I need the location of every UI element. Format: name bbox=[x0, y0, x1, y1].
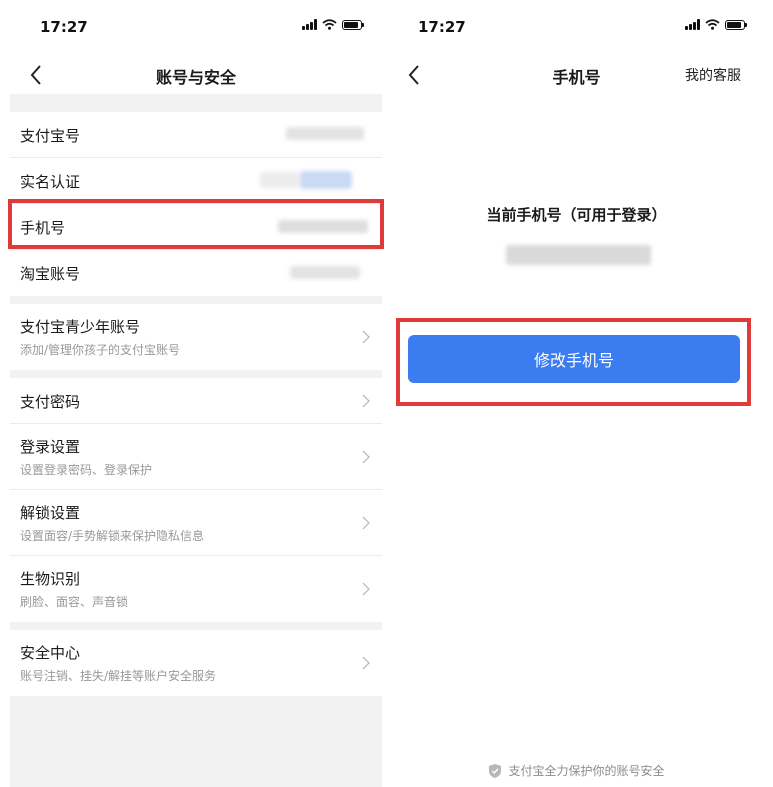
section-gap bbox=[10, 94, 382, 112]
row-label: 生物识别 bbox=[20, 570, 81, 588]
row-alipay-id[interactable]: 支付宝号 bbox=[10, 112, 382, 158]
footer-text: 支付宝全力保护你的账号安全 bbox=[508, 764, 665, 778]
row-label: 安全中心 bbox=[20, 644, 81, 662]
status-bar: 17:27 bbox=[388, 0, 765, 58]
chevron-right-icon bbox=[362, 450, 370, 463]
status-time: 17:27 bbox=[40, 18, 88, 36]
current-phone-label: 当前手机号（可用于登录） bbox=[486, 206, 667, 224]
status-time: 17:27 bbox=[418, 18, 466, 36]
chevron-right-icon bbox=[362, 394, 370, 407]
status-bar: 17:27 bbox=[10, 0, 382, 58]
row-subtitle: 添加/管理你孩子的支付宝账号 bbox=[20, 343, 181, 357]
page-title: 账号与安全 bbox=[155, 68, 236, 87]
status-icons bbox=[685, 19, 747, 30]
row-subtitle: 账号注销、挂失/解挂等账户安全服务 bbox=[20, 669, 217, 683]
masked-value bbox=[290, 266, 360, 279]
row-login-settings[interactable]: 登录设置 设置登录密码、登录保护 bbox=[10, 424, 382, 490]
row-real-name[interactable]: 实名认证 bbox=[10, 158, 382, 204]
section-gap bbox=[10, 622, 382, 630]
chevron-right-icon bbox=[362, 516, 370, 529]
security-footer: 支付宝全力保护你的账号安全 bbox=[388, 762, 765, 779]
section-gap bbox=[10, 296, 382, 304]
masked-phone-number bbox=[506, 245, 651, 265]
row-subtitle: 设置面容/手势解锁来保护隐私信息 bbox=[20, 529, 205, 543]
row-label: 登录设置 bbox=[20, 438, 81, 456]
wifi-icon bbox=[705, 19, 720, 30]
masked-value bbox=[300, 171, 352, 189]
status-icons bbox=[302, 19, 364, 30]
row-security-center[interactable]: 安全中心 账号注销、挂失/解挂等账户安全服务 bbox=[10, 630, 382, 696]
wifi-icon bbox=[322, 19, 337, 30]
row-youth-account[interactable]: 支付宝青少年账号 添加/管理你孩子的支付宝账号 bbox=[10, 304, 382, 370]
row-unlock-settings[interactable]: 解锁设置 设置面容/手势解锁来保护隐私信息 bbox=[10, 490, 382, 556]
row-subtitle: 刷脸、面容、声音锁 bbox=[20, 595, 129, 609]
shield-icon bbox=[489, 763, 502, 778]
chevron-right-icon bbox=[362, 330, 370, 344]
section-gap bbox=[10, 370, 382, 378]
nav-bar: 手机号 我的客服 bbox=[388, 58, 765, 94]
battery-icon bbox=[342, 19, 364, 30]
row-subtitle: 设置登录密码、登录保护 bbox=[20, 463, 153, 477]
row-label: 实名认证 bbox=[20, 173, 81, 191]
row-label: 解锁设置 bbox=[20, 504, 81, 522]
phone-row-highlight bbox=[8, 199, 384, 249]
masked-value bbox=[286, 127, 364, 140]
customer-service-link[interactable]: 我的客服 bbox=[685, 65, 741, 85]
change-button-highlight bbox=[396, 318, 751, 406]
row-biometrics[interactable]: 生物识别 刷脸、面容、声音锁 bbox=[10, 556, 382, 622]
left-screen-account-security: 17:27 账号与安全 支付宝号 实名认证 手机号 淘宝账号 支付宝青少年账号 … bbox=[10, 0, 382, 787]
battery-icon bbox=[725, 19, 747, 30]
nav-bar: 账号与安全 bbox=[10, 58, 382, 94]
signal-icon bbox=[302, 19, 317, 30]
signal-icon bbox=[685, 19, 700, 30]
row-taobao[interactable]: 淘宝账号 bbox=[10, 250, 382, 296]
row-pay-password[interactable]: 支付密码 bbox=[10, 378, 382, 424]
row-label: 支付宝号 bbox=[20, 127, 81, 145]
row-label: 淘宝账号 bbox=[20, 265, 81, 283]
row-label: 支付密码 bbox=[20, 393, 81, 411]
row-label: 支付宝青少年账号 bbox=[20, 318, 141, 336]
chevron-right-icon bbox=[362, 656, 370, 670]
masked-value bbox=[260, 172, 300, 188]
chevron-right-icon bbox=[362, 582, 370, 596]
